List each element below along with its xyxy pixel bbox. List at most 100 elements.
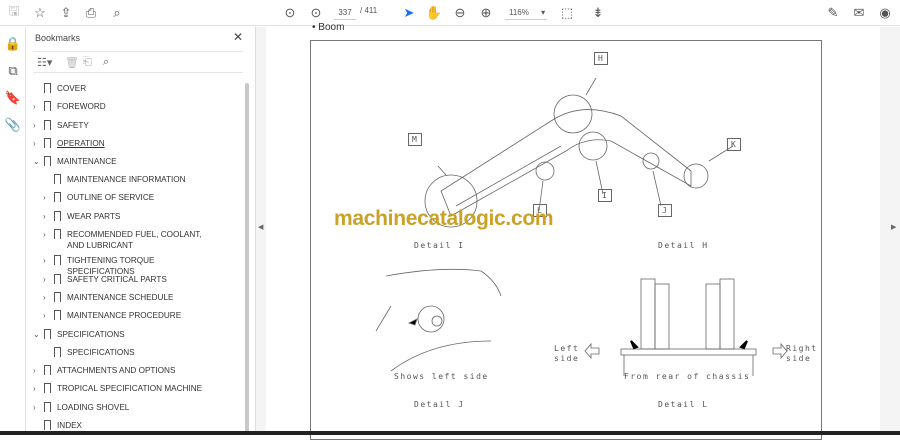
- detail-i-label: Detail I: [414, 241, 465, 250]
- account-icon[interactable]: ◉: [876, 4, 894, 22]
- bullet-text: • Boom: [312, 22, 345, 33]
- chevron-right-icon[interactable]: ›: [33, 384, 41, 393]
- taskbar-edge: [0, 431, 900, 435]
- bookmark-item[interactable]: › OUTLINE OF SERVICE: [27, 192, 245, 210]
- chevron-right-icon[interactable]: ›: [43, 293, 51, 302]
- bookmark-label: ATTACHMENTS AND OPTIONS: [57, 366, 176, 375]
- scroll-mode-icon[interactable]: ⇟: [589, 4, 607, 22]
- panel-title: Bookmarks: [35, 33, 81, 43]
- chevron-right-icon[interactable]: ›: [43, 193, 51, 202]
- bookmark-label: MAINTENANCE INFORMATION: [67, 175, 186, 184]
- star-icon[interactable]: ☆: [31, 4, 49, 22]
- bookmark-flag-icon: [54, 174, 61, 185]
- zoom-out-icon[interactable]: ⊖: [451, 4, 469, 22]
- chevron-right-icon[interactable]: ›: [33, 121, 41, 130]
- bookmark-item[interactable]: COVER: [27, 83, 245, 101]
- bookmark-item[interactable]: › TROPICAL SPECIFICATION MACHINE: [27, 383, 245, 401]
- save-icon[interactable]: 🖫: [5, 3, 23, 22]
- bookmark-item[interactable]: INDEX: [27, 420, 245, 438]
- bookmark-item[interactable]: › SAFETY: [27, 120, 245, 138]
- bookmark-flag-icon: [44, 365, 51, 376]
- bookmark-item[interactable]: › OPERATION: [27, 138, 245, 156]
- pages-icon[interactable]: ⧉: [4, 62, 22, 80]
- hand-icon[interactable]: ✋: [425, 4, 443, 22]
- select-icon[interactable]: ➤: [400, 4, 418, 22]
- bookmark-item[interactable]: › ATTACHMENTS AND OPTIONS: [27, 365, 245, 383]
- panel-splitter[interactable]: ◀: [255, 27, 266, 435]
- callout-j: J: [658, 204, 673, 217]
- bookmark-flag-icon: [44, 83, 51, 94]
- bookmark-item[interactable]: › LOADING SHOVEL: [27, 402, 245, 420]
- options-icon[interactable]: ☷▾: [37, 56, 52, 69]
- bookmark-search-icon[interactable]: ⌕: [103, 56, 109, 69]
- watermark: machinecatalogic.com: [334, 207, 554, 230]
- chevron-right-icon[interactable]: ›: [43, 311, 51, 320]
- zoom-value: 116%: [509, 8, 529, 17]
- chevron-down-icon[interactable]: ⌄: [33, 157, 41, 166]
- bookmark-label: MAINTENANCE SCHEDULE: [67, 293, 174, 302]
- bookmark-flag-icon: [54, 310, 61, 321]
- mail-icon[interactable]: ✉: [850, 4, 868, 22]
- zoom-select[interactable]: 116% ▾: [505, 5, 547, 20]
- expand-right-icon[interactable]: ▶: [891, 223, 896, 231]
- chevron-down-icon: ▾: [541, 8, 546, 17]
- bookmark-icon[interactable]: 🔖: [4, 89, 22, 107]
- shows-left-side: Shows left side: [394, 372, 489, 381]
- lock-icon[interactable]: 🔒: [4, 35, 22, 53]
- bookmarks-panel: Bookmarks ✕ ☷▾ 🗑 ⎗ ⌕ COVER › FOREWORD › SAFE…: [27, 27, 255, 435]
- callout-i: I: [598, 189, 613, 202]
- bookmark-label: SAFETY CRITICAL PARTS: [67, 275, 167, 284]
- print-icon[interactable]: ⎙: [82, 4, 100, 22]
- collapse-left-icon[interactable]: ◀: [258, 223, 263, 231]
- bookmark-item[interactable]: ⌄ SPECIFICATIONS: [27, 329, 245, 347]
- bookmark-flag-icon: [54, 255, 61, 266]
- search-icon[interactable]: ⌕: [108, 4, 126, 22]
- bookmark-flag-icon: [54, 347, 61, 358]
- zoom-in-icon[interactable]: ⊕: [477, 4, 495, 22]
- bookmark-flag-icon: [54, 229, 61, 240]
- detail-l-label: Detail L: [658, 400, 709, 409]
- prev-page-icon[interactable]: ⊙: [281, 4, 299, 22]
- bookmark-label: SPECIFICATIONS: [57, 330, 125, 339]
- bookmark-item[interactable]: › FOREWORD: [27, 101, 245, 119]
- bookmark-item[interactable]: SPECIFICATIONS: [27, 347, 245, 365]
- chevron-right-icon[interactable]: ›: [33, 139, 41, 148]
- chevron-down-icon[interactable]: ⌄: [33, 330, 41, 339]
- detail-j-label: Detail J: [414, 400, 465, 409]
- sign-icon[interactable]: ✎: [824, 4, 842, 22]
- bookmark-item[interactable]: › WEAR PARTS: [27, 211, 245, 229]
- chevron-right-icon[interactable]: ›: [43, 212, 51, 221]
- new-bookmark-icon[interactable]: ⎗: [83, 56, 92, 69]
- close-icon[interactable]: ✕: [233, 30, 243, 44]
- next-page-icon[interactable]: ⊙: [307, 4, 325, 22]
- bookmarks-toolbar: ☷▾ 🗑 ⎗ ⌕: [33, 51, 243, 73]
- delete-icon[interactable]: 🗑: [65, 56, 79, 69]
- upload-icon[interactable]: ⇪: [57, 4, 75, 22]
- scrollbar[interactable]: [245, 83, 249, 433]
- chevron-right-icon[interactable]: ›: [43, 256, 51, 265]
- bookmark-item[interactable]: › MAINTENANCE SCHEDULE: [27, 292, 245, 310]
- chevron-right-icon[interactable]: ›: [33, 403, 41, 412]
- bookmark-label: INDEX: [57, 421, 83, 430]
- bookmark-flag-icon: [44, 329, 51, 340]
- attachment-icon[interactable]: 📎: [4, 116, 22, 134]
- page-number-input[interactable]: [334, 5, 356, 20]
- bookmark-flag-icon: [54, 192, 61, 203]
- chevron-right-icon[interactable]: ›: [33, 102, 41, 111]
- bookmark-flag-icon: [44, 383, 51, 394]
- bookmark-item[interactable]: › SAFETY CRITICAL PARTS: [27, 274, 245, 292]
- fit-page-icon[interactable]: ⬚: [558, 4, 576, 22]
- bookmark-item[interactable]: ⌄ MAINTENANCE: [27, 156, 245, 174]
- bookmark-item[interactable]: MAINTENANCE INFORMATION: [27, 174, 245, 192]
- callout-m: M: [408, 133, 423, 146]
- bookmark-flag-icon: [44, 138, 51, 149]
- chevron-right-icon[interactable]: ›: [43, 275, 51, 284]
- bookmark-item[interactable]: › MAINTENANCE PROCEDURE: [27, 310, 245, 328]
- bookmark-item[interactable]: › TIGHTENING TORQUE SPECIFICATIONS: [27, 255, 245, 276]
- callout-h: H: [594, 52, 609, 65]
- chevron-right-icon[interactable]: ›: [43, 230, 51, 239]
- chevron-right-icon[interactable]: ›: [33, 366, 41, 375]
- bookmark-flag-icon: [54, 211, 61, 222]
- bookmark-item[interactable]: › RECOMMENDED FUEL, COOLANT, AND LUBRICAN…: [27, 229, 245, 250]
- bookmark-label: MAINTENANCE: [57, 157, 117, 166]
